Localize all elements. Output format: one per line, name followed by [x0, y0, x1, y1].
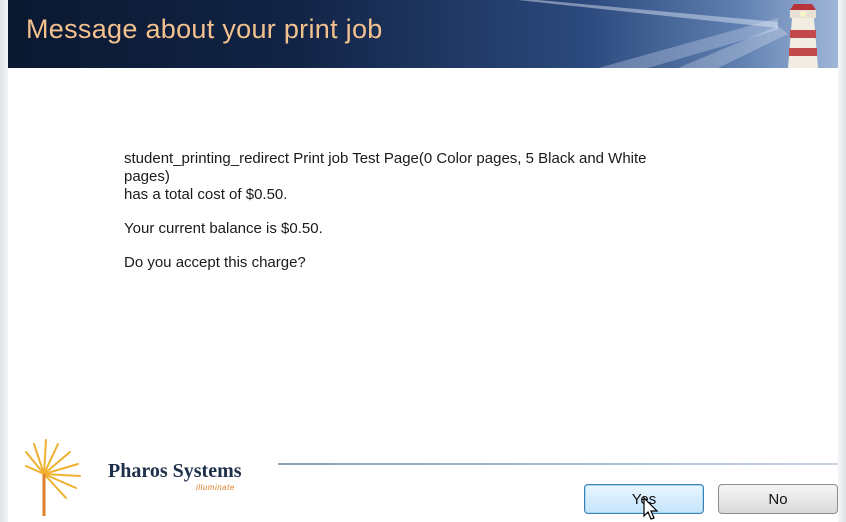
message-line-2: pages)	[124, 168, 170, 185]
window-frame-right	[838, 0, 846, 522]
message-line-1: student_printing_redirect Print job Test…	[124, 150, 647, 167]
balance-text: Your current balance is $0.50.	[124, 220, 323, 237]
mouse-pointer-icon	[643, 496, 659, 520]
brand-name: Pharos Systems	[108, 460, 242, 482]
no-button[interactable]: No	[718, 484, 838, 514]
sunburst-logo-icon	[25, 439, 81, 516]
footer-divider	[278, 463, 838, 465]
window-frame-left	[0, 0, 8, 522]
question-text: Do you accept this charge?	[124, 254, 306, 271]
dialog-header: Message about your print job	[8, 0, 838, 68]
message-line-3: has a total cost of $0.50.	[124, 186, 288, 203]
dialog-title: Message about your print job	[26, 14, 383, 44]
message-body: student_printing_redirect Print job Test…	[124, 150, 744, 272]
lighthouse-icon	[788, 4, 818, 68]
brand-tagline: illuminate	[196, 483, 235, 492]
